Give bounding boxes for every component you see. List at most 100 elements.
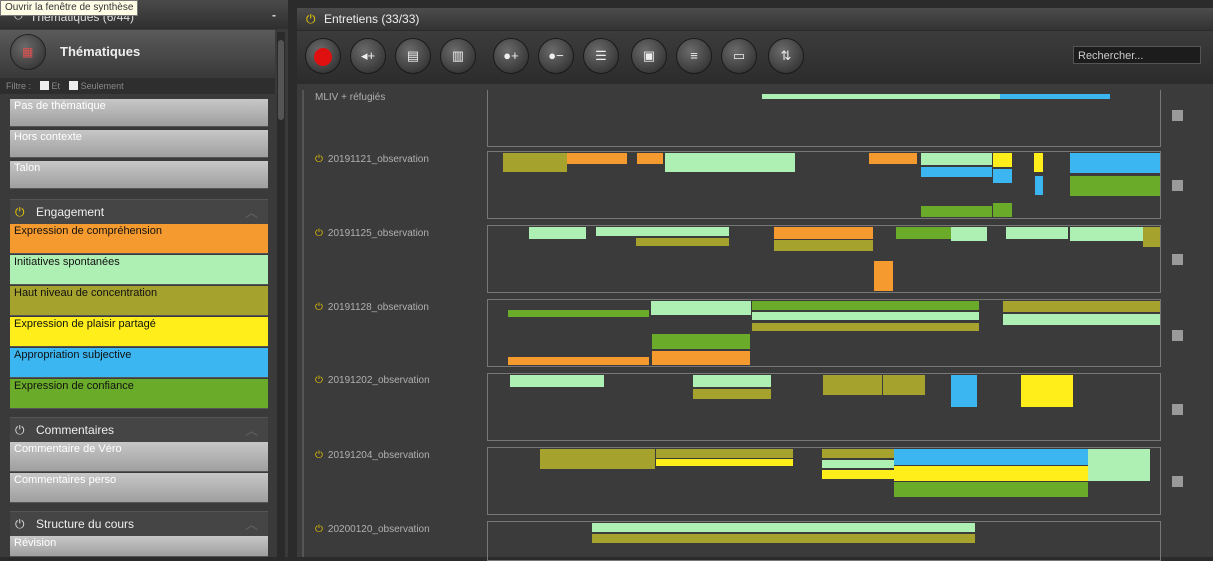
tile-pas-de-thematique[interactable]: Pas de thématique xyxy=(10,99,268,127)
theme-segment[interactable] xyxy=(774,240,873,251)
power-icon[interactable]: ⏻ xyxy=(315,302,323,313)
theme-segment[interactable] xyxy=(636,238,729,246)
audio-add-button[interactable]: ◂+ xyxy=(350,38,386,74)
theme-segment[interactable] xyxy=(774,227,873,239)
section-structure[interactable]: ⏻ Structure du cours ︿ xyxy=(10,511,268,536)
power-icon[interactable]: ⏻ xyxy=(315,375,323,386)
row-checkbox[interactable] xyxy=(1172,476,1183,487)
theme-segment[interactable] xyxy=(1000,94,1110,99)
search-input[interactable]: Rechercher... xyxy=(1073,46,1201,64)
row-checkbox[interactable] xyxy=(1172,180,1183,191)
power-icon[interactable]: ⏻ xyxy=(315,228,323,239)
power-icon[interactable]: ⏻ xyxy=(15,423,25,438)
power-icon[interactable]: ⏻ xyxy=(315,450,323,461)
theme-segment[interactable] xyxy=(652,351,750,365)
tile-revision[interactable]: Révision xyxy=(10,536,268,557)
theme-segment[interactable] xyxy=(637,153,663,164)
theme-segment[interactable] xyxy=(656,459,793,466)
theme-segment[interactable] xyxy=(656,449,793,458)
theme-segment[interactable] xyxy=(529,227,586,239)
row-checkbox[interactable] xyxy=(1172,404,1183,415)
theme-plaisir[interactable]: Expression de plaisir partagé xyxy=(10,317,268,347)
chevron-up-icon[interactable]: ︿ xyxy=(245,202,258,221)
theme-segment[interactable] xyxy=(869,153,917,164)
scroll-thumb[interactable] xyxy=(278,40,284,120)
tile-commentaire-vero[interactable]: Commentaire de Véro xyxy=(10,442,268,472)
theme-segment[interactable] xyxy=(1006,227,1068,239)
row-label[interactable]: ⏻ 20191202_observation xyxy=(315,375,430,386)
theme-comprehension[interactable]: Expression de compréhension xyxy=(10,224,268,254)
power-icon[interactable]: ⏻ xyxy=(15,205,25,220)
theme-appropriation[interactable]: Appropriation subjective xyxy=(10,348,268,378)
only-checkbox[interactable] xyxy=(68,81,78,90)
and-checkbox[interactable] xyxy=(39,81,49,90)
power-icon[interactable]: ⏻ xyxy=(306,12,316,27)
row-checkbox[interactable] xyxy=(1172,330,1183,341)
section-commentaires[interactable]: ⏻ Commentaires ︿ xyxy=(10,417,268,442)
theme-segment[interactable] xyxy=(1070,153,1160,173)
collapse-button[interactable]: - xyxy=(272,8,276,22)
theme-segment[interactable] xyxy=(665,153,795,172)
row-checkbox[interactable] xyxy=(1172,254,1183,265)
theme-segment[interactable] xyxy=(540,449,655,469)
theme-segment[interactable] xyxy=(951,375,977,407)
theme-confiance[interactable]: Expression de confiance xyxy=(10,379,268,409)
theme-segment[interactable] xyxy=(1070,227,1143,241)
theme-segment[interactable] xyxy=(752,301,979,310)
power-icon[interactable]: ⏻ xyxy=(315,154,323,165)
theme-segment[interactable] xyxy=(874,261,893,291)
theme-segment[interactable] xyxy=(510,375,604,387)
tile-hors-contexte[interactable]: Hors contexte xyxy=(10,130,268,158)
theme-concentration[interactable]: Haut niveau de concentration xyxy=(10,286,268,316)
theme-segment[interactable] xyxy=(823,375,882,395)
theme-segment[interactable] xyxy=(592,534,975,543)
theme-segment[interactable] xyxy=(822,460,894,468)
theme-segment[interactable] xyxy=(1088,449,1150,481)
theme-segment[interactable] xyxy=(894,466,1088,481)
theme-segment[interactable] xyxy=(921,167,992,177)
sort-button[interactable]: ⇅ xyxy=(768,38,804,74)
theme-segment[interactable] xyxy=(752,323,979,331)
theme-segment[interactable] xyxy=(1003,301,1160,312)
theme-segment[interactable] xyxy=(592,523,975,532)
theme-initiatives[interactable]: Initiatives spontanées xyxy=(10,255,268,285)
theme-segment[interactable] xyxy=(508,310,649,317)
row-label[interactable]: ⏻ 20200120_observation xyxy=(315,524,430,535)
theme-segment[interactable] xyxy=(921,206,992,217)
doc-add-button[interactable]: ▥ xyxy=(440,38,476,74)
person-remove-button[interactable]: ●− xyxy=(538,38,574,74)
theme-segment[interactable] xyxy=(1070,176,1160,196)
theme-segment[interactable] xyxy=(1034,153,1043,172)
theme-segment[interactable] xyxy=(993,169,1012,183)
section-engagement[interactable]: ⏻ Engagement ︿ xyxy=(10,199,268,224)
file-add-button[interactable]: ▤ xyxy=(395,38,431,74)
list-button[interactable]: ☰ xyxy=(583,38,619,74)
tile-commentaires-perso[interactable]: Commentaires perso xyxy=(10,473,268,503)
theme-segment[interactable] xyxy=(822,449,894,458)
theme-segment[interactable] xyxy=(921,153,992,165)
theme-segment[interactable] xyxy=(951,227,987,241)
theme-segment[interactable] xyxy=(596,227,729,236)
theme-segment[interactable] xyxy=(762,94,1000,99)
theme-segment[interactable] xyxy=(993,203,1012,217)
theme-segment[interactable] xyxy=(1021,375,1073,407)
chevron-up-icon[interactable]: ︿ xyxy=(245,514,258,533)
thematiques-button[interactable]: ▦ xyxy=(10,34,46,70)
theme-segment[interactable] xyxy=(508,357,649,365)
power-icon[interactable]: ⏻ xyxy=(15,517,25,532)
theme-segment[interactable] xyxy=(1003,314,1160,325)
theme-segment[interactable] xyxy=(1143,227,1160,247)
image-edit-button[interactable]: ▣ xyxy=(631,38,667,74)
theme-segment[interactable] xyxy=(896,227,951,239)
window-button[interactable]: ▭ xyxy=(721,38,757,74)
theme-segment[interactable] xyxy=(503,153,567,172)
theme-segment[interactable] xyxy=(752,312,979,320)
person-add-button[interactable]: ●+ xyxy=(493,38,529,74)
row-checkbox[interactable] xyxy=(1172,110,1183,121)
row-label[interactable]: ⏻ 20191204_observation xyxy=(315,450,430,461)
theme-segment[interactable] xyxy=(1035,176,1043,195)
highlight-button[interactable]: ≡ xyxy=(676,38,712,74)
theme-segment[interactable] xyxy=(693,389,771,399)
row-label[interactable]: ⏻ 20191121_observation xyxy=(315,154,429,165)
theme-segment[interactable] xyxy=(993,153,1012,167)
